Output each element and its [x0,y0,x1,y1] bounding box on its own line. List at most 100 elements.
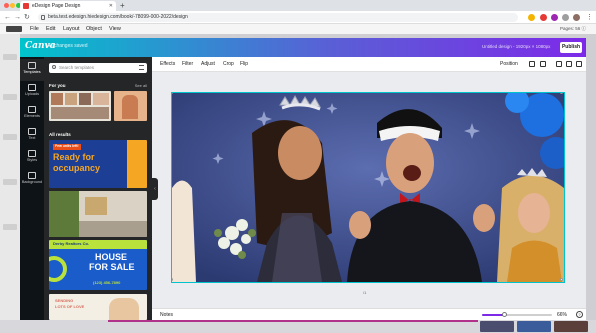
nav-text[interactable]: Text [20,125,44,147]
nav-background[interactable]: Background [20,169,44,191]
template-sending-love[interactable]: SENDING LOTS OF LOVE [49,294,147,320]
duplicate-icon[interactable] [566,61,572,67]
template-thumbnail[interactable] [114,91,147,121]
lock-icon [41,15,45,20]
all-results-title: All results [49,132,71,137]
trash-icon[interactable] [576,61,582,67]
crop-button[interactable]: Crop [223,61,234,67]
nav-label: Background [21,180,43,184]
close-window-icon[interactable] [4,3,9,8]
extension-icon[interactable] [540,14,547,21]
menu-object[interactable]: Object [86,24,102,34]
tool-button[interactable] [3,179,17,185]
page-number: /1 [363,290,367,295]
profile-avatar[interactable] [573,14,580,21]
resize-handle[interactable] [560,278,563,281]
filter-button[interactable]: Filter [182,61,193,67]
transparency-icon[interactable] [529,61,535,67]
design-canvas-photo[interactable] [171,92,565,283]
film-thumbnail[interactable] [517,321,551,332]
template-ready-for-occupancy[interactable]: Few units left! Ready for occupancy [49,140,147,188]
app-left-strip [0,34,20,333]
tool-button[interactable] [3,54,17,60]
templates-panel: Search templates For you See all All res… [44,57,152,320]
template-text: Few units left! [53,144,81,150]
address-bar-row: ← → ↻ beta.test.edesign.hiedesign.com/bo… [0,11,596,24]
background-icon [28,172,36,179]
elements-icon [28,106,36,113]
see-all-link[interactable]: See all [135,83,147,88]
flip-button[interactable]: Flip [240,61,248,67]
nav-label: Uploads [25,92,39,96]
url-input[interactable]: beta.test.edesign.hiedesign.com/book/-78… [38,13,518,22]
forward-icon[interactable]: → [14,13,21,22]
browser-tab[interactable]: eDesign Page Design ✕ [20,1,116,11]
nav-styles[interactable]: Styles [20,147,44,169]
canva-editor: Canva All changes saved Untitled design … [20,38,586,320]
document-title[interactable]: Untitled design - 1920px × 1080px [482,44,550,49]
template-text: occupancy [53,163,101,173]
template-text: FOR SALE [89,262,135,272]
menu-view[interactable]: View [109,24,121,34]
nav-templates[interactable]: Templates [20,59,44,81]
back-icon[interactable]: ← [4,13,11,22]
template-search-input[interactable]: Search templates [49,63,147,73]
app-menubar: File Edit Layout Object View Pages: 56 ⓘ [0,24,596,34]
zoom-slider[interactable] [482,312,552,317]
prom-photo [172,93,564,282]
menu-file[interactable]: File [30,24,39,34]
text-icon [28,128,36,135]
styles-icon [28,150,36,157]
tool-button[interactable] [3,94,17,100]
zoom-slider-knob[interactable] [501,312,507,317]
video-filmstrip [0,320,596,333]
effects-button[interactable]: Effects [160,61,175,67]
favicon-icon [23,3,29,9]
tool-button[interactable] [3,134,17,140]
extension-icon[interactable] [551,14,558,21]
template-text: (123) 456-7890 [93,280,121,285]
nav-uploads[interactable]: Uploads [20,81,44,103]
url-text: beta.test.edesign.hiedesign.com/book/-78… [48,14,188,20]
film-thumbnail[interactable] [554,321,588,332]
lock-icon[interactable] [556,61,562,67]
app-logo [6,26,22,32]
for-you-title: For you [49,83,66,88]
progress-accent [108,320,478,322]
canva-side-nav: Templates Uploads Elements Text Styles B… [20,57,44,320]
film-thumbnail[interactable] [480,321,514,332]
template-thumbnail[interactable] [49,91,111,121]
notes-button[interactable]: Notes [160,312,173,318]
new-tab-icon[interactable]: + [120,0,125,11]
star-icon[interactable] [528,14,535,21]
template-thumbnail[interactable] [49,191,147,237]
collapse-panel-button[interactable]: ‹ [152,178,158,200]
template-text: LOTS OF LOVE [55,304,85,309]
uploads-icon [28,84,36,91]
templates-icon [28,62,36,69]
help-icon[interactable]: ? [576,311,583,318]
template-text: Derby Realtors Co. [53,241,90,246]
search-icon [52,65,56,69]
adjust-button[interactable]: Adjust [201,61,215,67]
close-tab-icon[interactable]: ✕ [109,1,113,11]
menu-layout[interactable]: Layout [63,24,80,34]
puzzle-icon[interactable] [562,14,569,21]
template-text: Ready for [53,152,95,162]
reload-icon[interactable]: ↻ [24,13,30,22]
menu-edit[interactable]: Edit [46,24,55,34]
minimize-window-icon[interactable] [10,3,15,8]
tool-button[interactable] [3,224,17,230]
link-icon[interactable] [540,61,546,67]
filter-icon[interactable] [139,65,144,70]
nav-elements[interactable]: Elements [20,103,44,125]
position-button[interactable]: Position [500,61,518,67]
save-status: All changes saved [47,43,88,49]
nav-label: Styles [26,158,38,162]
template-house-for-sale[interactable]: Derby Realtors Co. HOUSE FOR SALE (123) … [49,240,147,290]
search-placeholder: Search templates [59,65,95,70]
zoom-value[interactable]: 66% [557,312,567,318]
browser-tab-bar: eDesign Page Design ✕ + [0,0,596,11]
browser-menu-icon[interactable]: ⋮ [586,13,593,22]
publish-button[interactable]: Publish [560,42,582,53]
